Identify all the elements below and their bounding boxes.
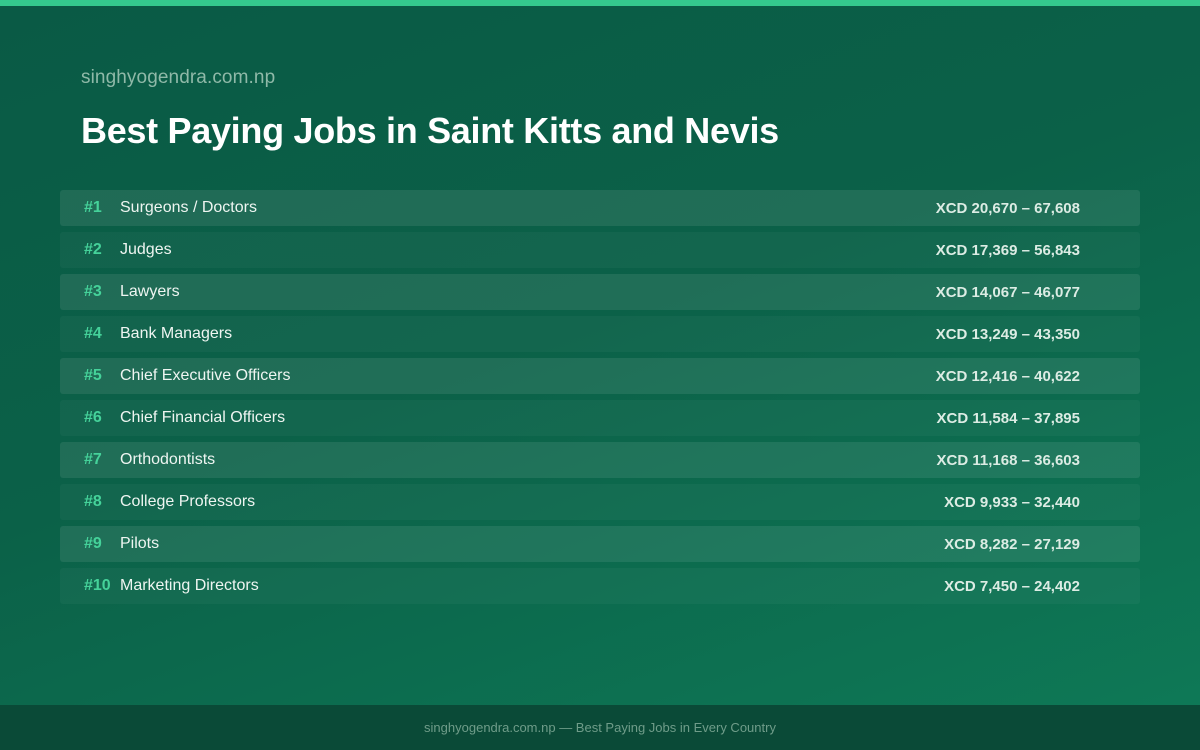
job-row: #4 Bank Managers XCD 13,249 – 43,350 (60, 316, 1140, 352)
job-title: Chief Financial Officers (120, 409, 286, 426)
job-row: #2 Judges XCD 17,369 – 56,843 (60, 232, 1140, 268)
job-salary: XCD 7,450 – 24,402 (944, 577, 1080, 595)
job-row: #3 Lawyers XCD 14,067 – 46,077 (60, 274, 1140, 310)
job-title: Marketing Directors (120, 577, 259, 594)
job-row: #1 Surgeons / Doctors XCD 20,670 – 67,60… (60, 190, 1140, 226)
job-list: #1 Surgeons / Doctors XCD 20,670 – 67,60… (60, 190, 1140, 610)
job-salary: XCD 11,584 – 37,895 (936, 409, 1080, 427)
job-salary: XCD 11,168 – 36,603 (936, 451, 1080, 469)
job-salary: XCD 8,282 – 27,129 (944, 535, 1080, 553)
job-row: #5 Chief Executive Officers XCD 12,416 –… (60, 358, 1140, 394)
site-label: singhyogendra.com.np (81, 67, 276, 88)
job-title: Lawyers (120, 283, 180, 300)
job-row: #10 Marketing Directors XCD 7,450 – 24,4… (60, 568, 1140, 604)
page-title: Best Paying Jobs in Saint Kitts and Nevi… (81, 110, 779, 151)
job-rank: #3 (84, 283, 102, 300)
job-rank: #9 (84, 535, 102, 552)
top-accent-bar (0, 0, 1200, 6)
job-rank: #2 (84, 241, 102, 258)
job-title: Bank Managers (120, 325, 233, 342)
job-rank: #7 (84, 451, 102, 468)
job-title: College Professors (120, 493, 256, 510)
job-title: Orthodontists (120, 451, 216, 468)
job-row: #9 Pilots XCD 8,282 – 27,129 (60, 526, 1140, 562)
job-rank: #4 (84, 325, 102, 342)
job-salary: XCD 17,369 – 56,843 (935, 241, 1080, 259)
job-salary: XCD 9,933 – 32,440 (944, 493, 1080, 511)
job-salary: XCD 14,067 – 46,077 (935, 283, 1080, 301)
job-rank: #5 (84, 367, 102, 384)
footer-text: singhyogendra.com.np — Best Paying Jobs … (424, 720, 776, 735)
job-row: #8 College Professors XCD 9,933 – 32,440 (60, 484, 1140, 520)
job-title: Judges (120, 241, 172, 258)
job-rank: #8 (84, 493, 102, 510)
job-row: #7 Orthodontists XCD 11,168 – 36,603 (60, 442, 1140, 478)
footer: singhyogendra.com.np — Best Paying Jobs … (0, 705, 1200, 750)
job-row: #6 Chief Financial Officers XCD 11,584 –… (60, 400, 1140, 436)
job-title: Surgeons / Doctors (120, 199, 257, 216)
job-salary: XCD 13,249 – 43,350 (935, 325, 1080, 343)
job-title: Pilots (120, 535, 160, 552)
job-rank: #6 (84, 409, 102, 426)
job-title: Chief Executive Officers (120, 367, 291, 384)
job-salary: XCD 20,670 – 67,608 (935, 199, 1080, 217)
job-salary: XCD 12,416 – 40,622 (935, 367, 1080, 385)
job-rank: #10 (84, 577, 111, 594)
job-rank: #1 (84, 199, 102, 216)
